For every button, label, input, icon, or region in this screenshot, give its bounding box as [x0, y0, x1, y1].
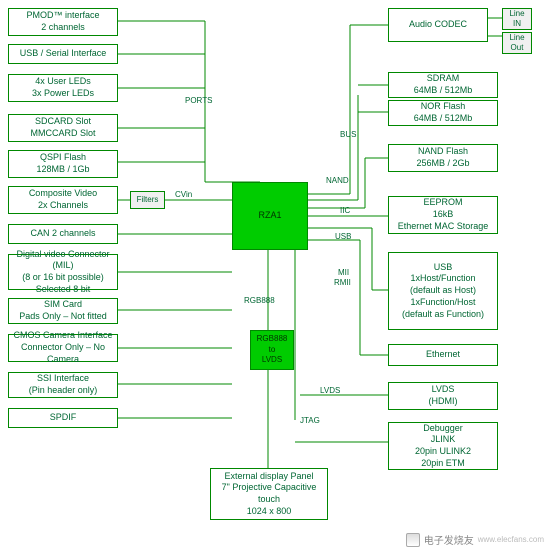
sim-card-block: SIM Card Pads Only – Not fitted [8, 298, 118, 324]
text: NAND Flash [418, 146, 468, 158]
text: (Pin header only) [29, 385, 98, 397]
digital-video-connector-block: Digital video Connector (MIL) (8 or 16 b… [8, 254, 118, 290]
watermark: 电子发烧友 www.elecfans.com [406, 532, 544, 547]
text: USB / Serial Interface [20, 48, 107, 60]
mii-label: MII [338, 268, 349, 277]
text: MMCCARD Slot [30, 128, 95, 140]
text: RGB888 [257, 334, 288, 344]
text: External display Panel [224, 471, 313, 483]
text: SPDIF [50, 412, 77, 424]
text: 4x User LEDs [35, 76, 91, 88]
text: Filters [137, 195, 159, 205]
rgb888-label: RGB888 [244, 296, 275, 305]
cvin-label: CVin [175, 190, 192, 199]
bus-label: BUS [340, 130, 356, 139]
text: Ethernet MAC Storage [398, 221, 489, 233]
text: 64MB / 512Mb [414, 113, 473, 125]
usb-block: USB 1xHost/Function (default as Host) 1x… [388, 252, 498, 330]
text: Connector Only – No Camera [11, 342, 115, 365]
external-display-block: External display Panel 7" Projective Cap… [210, 468, 328, 520]
text: SDRAM [427, 73, 460, 85]
qspi-block: QSPI Flash 128MB / 1Gb [8, 150, 118, 178]
text: PMOD™ interface [26, 10, 99, 22]
usb-serial-block: USB / Serial Interface [8, 44, 118, 64]
text: Pads Only – Not fitted [19, 311, 107, 323]
rza1-chip: RZA1 [232, 182, 308, 250]
text: IN [513, 19, 521, 29]
text: USB [434, 262, 453, 274]
can-block: CAN 2 channels [8, 224, 118, 244]
ethernet-block: Ethernet [388, 344, 498, 366]
text: 1024 x 800 [247, 506, 292, 518]
text: Composite Video [29, 188, 97, 200]
watermark-brand: 电子发烧友 [424, 532, 474, 547]
text: Digital video Connector (MIL) [11, 249, 115, 272]
text: (default as Function) [402, 309, 484, 321]
line-out-block: Line Out [502, 32, 532, 54]
text: 20pin ETM [421, 458, 465, 470]
rgb888-to-lvds-block: RGB888 to LVDS [250, 330, 294, 370]
text: (HDMI) [429, 396, 458, 408]
text: LVDS [432, 384, 455, 396]
text: touch [258, 494, 280, 506]
text: NOR Flash [421, 101, 466, 113]
ssi-block: SSI Interface (Pin header only) [8, 372, 118, 398]
text: 16kB [433, 209, 454, 221]
text: Out [511, 43, 524, 53]
filters-block: Filters [130, 191, 165, 209]
text: RZA1 [258, 210, 281, 222]
text: SSI Interface [37, 373, 89, 385]
text: 3x Power LEDs [32, 88, 94, 100]
sdram-block: SDRAM 64MB / 512Mb [388, 72, 498, 98]
text: QSPI Flash [40, 152, 86, 164]
text: 2x Channels [38, 200, 88, 212]
text: to [269, 345, 276, 355]
lvds-hdmi-block: LVDS (HDMI) [388, 382, 498, 410]
iic-label: IIC [340, 206, 350, 215]
elecfans-logo-icon [406, 533, 420, 547]
text: 7" Projective Capacitive [222, 482, 317, 494]
cmos-camera-block: CMOS Camera Interface Connector Only – N… [8, 334, 118, 362]
line-in-block: Line IN [502, 8, 532, 30]
nand-label: NAND [326, 176, 349, 185]
text: Line [509, 33, 524, 43]
text: (default as Host) [410, 285, 476, 297]
text: Line [509, 9, 524, 19]
text: 2 channels [41, 22, 85, 34]
text: CAN 2 channels [30, 228, 95, 240]
pmod-block: PMOD™ interface 2 channels [8, 8, 118, 36]
nand-flash-block: NAND Flash 256MB / 2Gb [388, 144, 498, 172]
text: 1xFunction/Host [410, 297, 475, 309]
sdcard-block: SDCARD Slot MMCCARD Slot [8, 114, 118, 142]
rmii-label: RMII [334, 278, 351, 287]
debugger-block: Debugger JLINK 20pin ULINK2 20pin ETM [388, 422, 498, 470]
watermark-url: www.elecfans.com [478, 535, 544, 544]
audio-codec-block: Audio CODEC [388, 8, 488, 42]
user-leds-block: 4x User LEDs 3x Power LEDs [8, 74, 118, 102]
ports-label: PORTS [185, 96, 212, 105]
spdif-block: SPDIF [8, 408, 118, 428]
jtag-label: JTAG [300, 416, 320, 425]
text: CMOS Camera Interface [13, 330, 112, 342]
text: Audio CODEC [409, 19, 467, 31]
text: Ethernet [426, 349, 460, 361]
text: (8 or 16 bit possible) [22, 272, 104, 284]
text: SDCARD Slot [35, 116, 91, 128]
lvds-label: LVDS [320, 386, 340, 395]
composite-video-block: Composite Video 2x Channels [8, 186, 118, 214]
text: JLINK [431, 434, 456, 446]
text: 20pin ULINK2 [415, 446, 471, 458]
eeprom-block: EEPROM 16kB Ethernet MAC Storage [388, 196, 498, 234]
text: EEPROM [423, 197, 462, 209]
text: Selected 8 bit [36, 284, 91, 296]
usb-label: USB [335, 232, 351, 241]
text: 1xHost/Function [410, 273, 475, 285]
text: Debugger [423, 423, 463, 435]
text: SIM Card [44, 299, 82, 311]
text: LVDS [262, 355, 282, 365]
nor-flash-block: NOR Flash 64MB / 512Mb [388, 100, 498, 126]
text: 128MB / 1Gb [36, 164, 89, 176]
text: 64MB / 512Mb [414, 85, 473, 97]
text: 256MB / 2Gb [416, 158, 469, 170]
